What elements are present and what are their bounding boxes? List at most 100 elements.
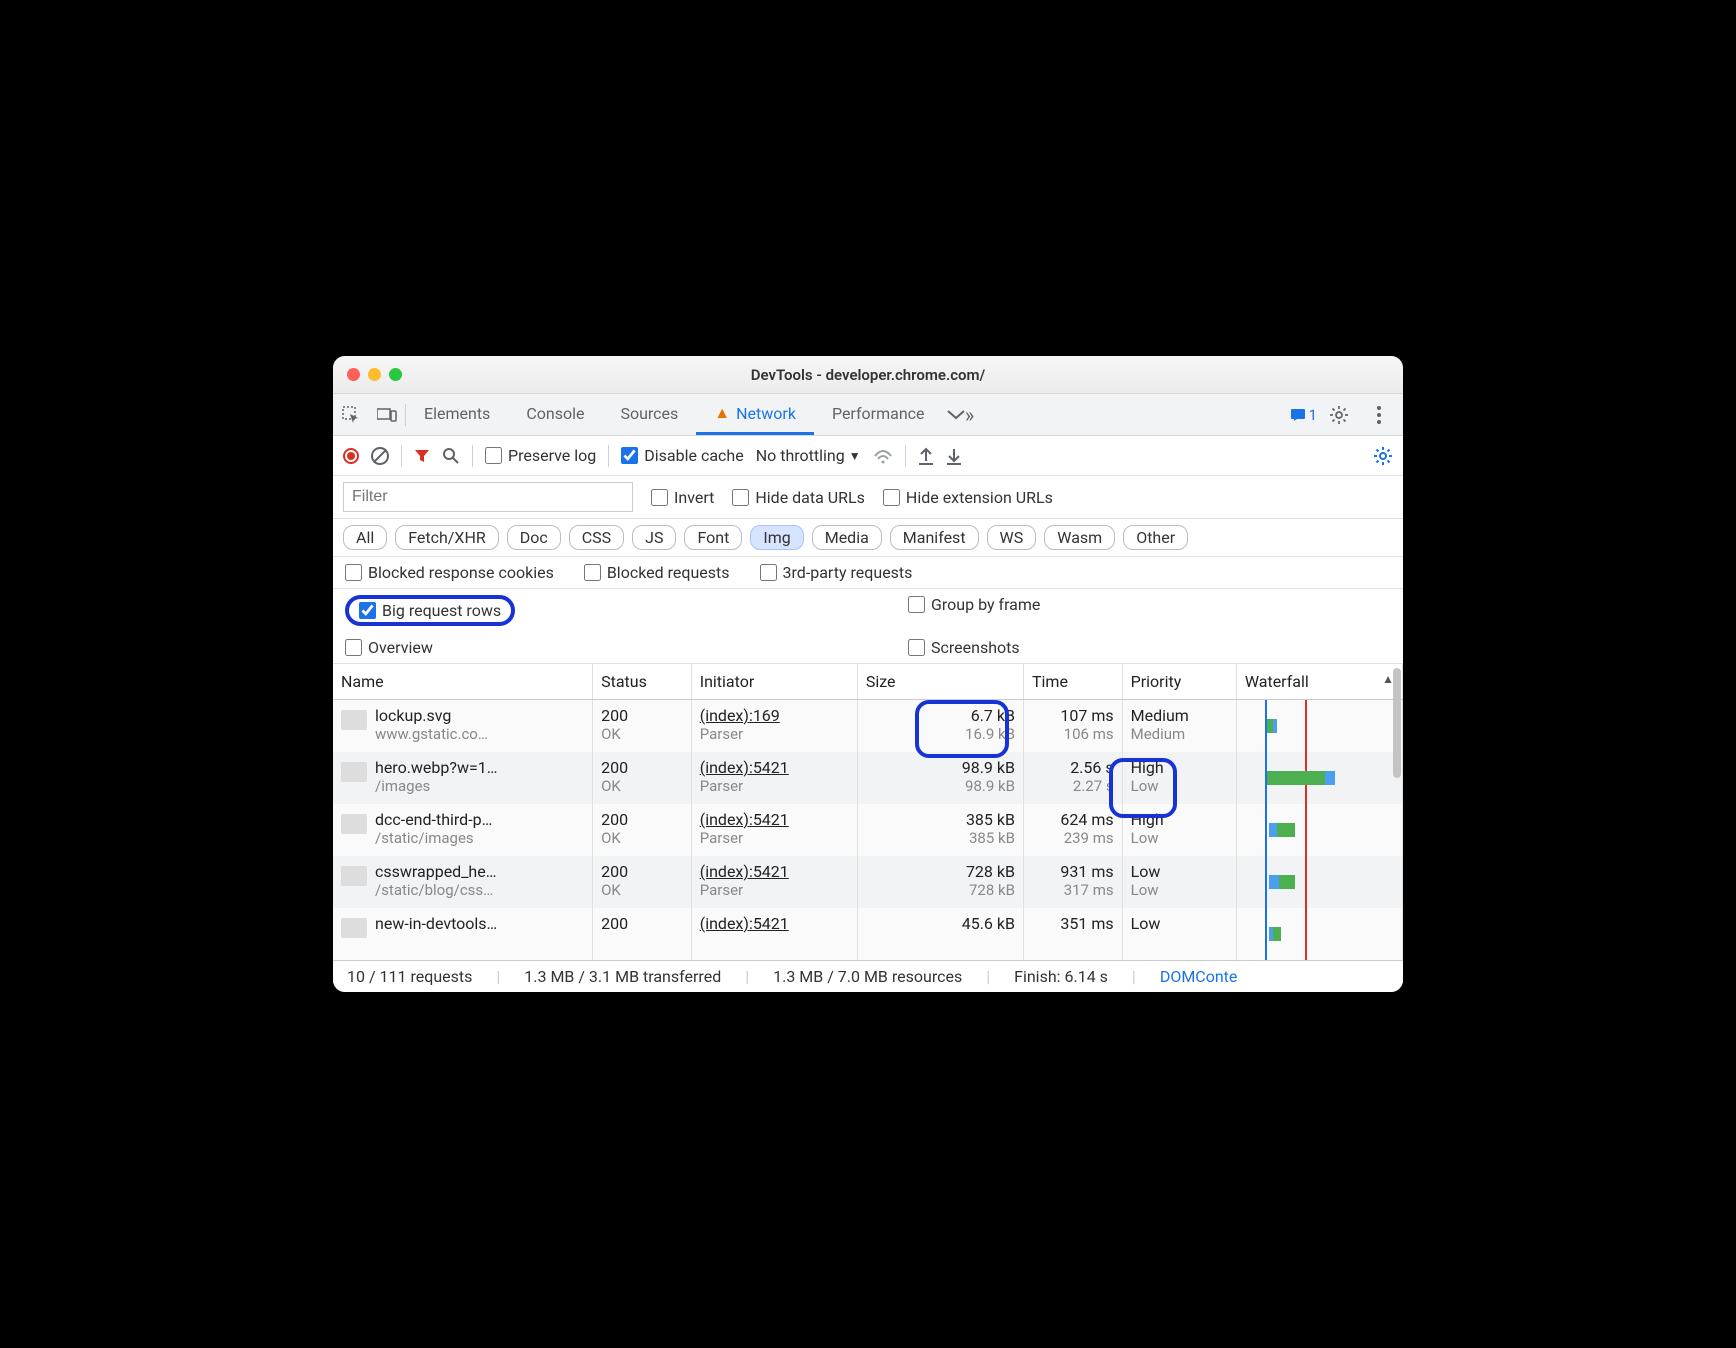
big-request-rows-checkbox[interactable]: Big request rows bbox=[359, 601, 501, 620]
hide-extension-urls-checkbox[interactable]: Hide extension URLs bbox=[883, 488, 1053, 507]
search-icon[interactable] bbox=[442, 447, 460, 465]
type-chip-fetchxhr[interactable]: Fetch/XHR bbox=[395, 525, 499, 550]
table-row[interactable]: hero.webp?w=1… /images 200OK (index):542… bbox=[333, 752, 1403, 804]
invert-checkbox[interactable]: Invert bbox=[651, 488, 714, 507]
messages-button[interactable]: 1 bbox=[1290, 406, 1317, 424]
hide-data-urls-checkbox[interactable]: Hide data URLs bbox=[732, 488, 865, 507]
col-priority[interactable]: Priority bbox=[1122, 664, 1236, 700]
window-title: DevTools - developer.chrome.com/ bbox=[333, 366, 1403, 384]
network-toolbar: Preserve log Disable cache No throttling… bbox=[333, 436, 1403, 476]
col-name[interactable]: Name bbox=[333, 664, 593, 700]
file-name: hero.webp?w=1… bbox=[375, 758, 497, 777]
initiator-link[interactable]: (index):5421 bbox=[700, 758, 849, 777]
type-chip-js[interactable]: JS bbox=[632, 525, 676, 550]
table-row[interactable]: lockup.svg www.gstatic.co… 200OK (index)… bbox=[333, 700, 1403, 753]
type-chip-css[interactable]: CSS bbox=[569, 525, 624, 550]
file-path: /static/blog/css… bbox=[375, 881, 496, 899]
waterfall-cell bbox=[1245, 810, 1394, 850]
col-initiator[interactable]: Initiator bbox=[691, 664, 857, 700]
tab-network-label: Network bbox=[736, 404, 796, 423]
requests-table: Name Status Initiator Size Time Priority… bbox=[333, 664, 1403, 960]
col-waterfall[interactable]: Waterfall▲ bbox=[1236, 664, 1402, 700]
download-har-icon[interactable] bbox=[946, 447, 962, 465]
scrollbar[interactable] bbox=[1393, 668, 1401, 778]
upload-har-icon[interactable] bbox=[918, 447, 934, 465]
filter-row: Invert Hide data URLs Hide extension URL… bbox=[333, 476, 1403, 519]
type-chip-ws[interactable]: WS bbox=[987, 525, 1037, 550]
waterfall-cell bbox=[1245, 914, 1394, 954]
table-row[interactable]: csswrapped_he… /static/blog/css… 200OK (… bbox=[333, 856, 1403, 908]
disable-cache-checkbox[interactable]: Disable cache bbox=[621, 446, 743, 465]
type-filters: All Fetch/XHR Doc CSS JS Font Img Media Manifest… bbox=[333, 519, 1403, 557]
file-name: dcc-end-third-p… bbox=[375, 810, 492, 829]
table-row[interactable]: dcc-end-third-p… /static/images 200OK (i… bbox=[333, 804, 1403, 856]
options-row-1: Big request rows Group by frame bbox=[333, 589, 1403, 632]
file-icon bbox=[341, 710, 367, 730]
col-status[interactable]: Status bbox=[593, 664, 692, 700]
warning-icon: ▲ bbox=[714, 403, 730, 423]
device-icon[interactable] bbox=[369, 397, 405, 433]
initiator-link[interactable]: (index):169 bbox=[700, 706, 849, 725]
requests-table-container[interactable]: Name Status Initiator Size Time Priority… bbox=[333, 664, 1403, 960]
file-path: /images bbox=[375, 777, 497, 795]
file-name: new-in-devtools… bbox=[375, 914, 497, 933]
type-chip-all[interactable]: All bbox=[343, 525, 387, 550]
type-chip-img[interactable]: Img bbox=[750, 525, 803, 550]
status-domcontent: DOMConte bbox=[1160, 967, 1238, 986]
blocked-cookies-checkbox[interactable]: Blocked response cookies bbox=[345, 563, 554, 582]
third-party-checkbox[interactable]: 3rd-party requests bbox=[760, 563, 913, 582]
initiator-link[interactable]: (index):5421 bbox=[700, 862, 849, 881]
type-chip-other[interactable]: Other bbox=[1123, 525, 1188, 550]
waterfall-cell bbox=[1245, 862, 1394, 902]
initiator-link[interactable]: (index):5421 bbox=[700, 810, 849, 829]
status-transferred: 1.3 MB / 3.1 MB transferred bbox=[524, 967, 721, 986]
clear-button[interactable] bbox=[371, 447, 389, 465]
type-chip-media[interactable]: Media bbox=[812, 525, 882, 550]
waterfall-cell bbox=[1245, 758, 1394, 798]
col-size[interactable]: Size bbox=[857, 664, 1023, 700]
initiator-link[interactable]: (index):5421 bbox=[700, 914, 849, 933]
big-request-rows-highlight: Big request rows bbox=[345, 595, 515, 626]
more-tabs-icon[interactable]: » bbox=[943, 397, 979, 433]
titlebar: DevTools - developer.chrome.com/ bbox=[333, 356, 1403, 394]
tab-performance[interactable]: Performance bbox=[814, 394, 943, 435]
panel-tabs: Elements Console Sources ▲ Network Perfor… bbox=[333, 394, 1403, 436]
type-chip-wasm[interactable]: Wasm bbox=[1044, 525, 1115, 550]
status-finish: Finish: 6.14 s bbox=[1014, 967, 1108, 986]
type-chip-manifest[interactable]: Manifest bbox=[890, 525, 979, 550]
file-icon bbox=[341, 866, 367, 886]
blocked-requests-checkbox[interactable]: Blocked requests bbox=[584, 563, 730, 582]
tab-console[interactable]: Console bbox=[508, 394, 602, 435]
throttling-select[interactable]: No throttling ▼ bbox=[756, 446, 861, 465]
kebab-menu-icon[interactable] bbox=[1361, 397, 1397, 433]
network-settings-icon[interactable] bbox=[1373, 446, 1393, 466]
preserve-log-checkbox[interactable]: Preserve log bbox=[485, 446, 596, 465]
network-conditions-icon[interactable] bbox=[873, 448, 893, 464]
file-path: www.gstatic.co… bbox=[375, 725, 488, 743]
tab-network[interactable]: ▲ Network bbox=[696, 394, 814, 435]
inspect-icon[interactable] bbox=[333, 397, 369, 433]
screenshots-checkbox[interactable]: Screenshots bbox=[908, 638, 1391, 657]
chevron-down-icon: ▼ bbox=[849, 449, 861, 463]
col-time[interactable]: Time bbox=[1023, 664, 1122, 700]
settings-icon[interactable] bbox=[1321, 397, 1357, 433]
file-icon bbox=[341, 814, 367, 834]
file-name: csswrapped_he… bbox=[375, 862, 496, 881]
file-path: /static/images bbox=[375, 829, 492, 847]
table-row[interactable]: new-in-devtools… 200 (index):5421 45.6 k… bbox=[333, 908, 1403, 960]
record-button[interactable] bbox=[343, 448, 359, 464]
devtools-window: DevTools - developer.chrome.com/ Element… bbox=[333, 356, 1403, 992]
group-by-frame-checkbox[interactable]: Group by frame bbox=[908, 595, 1391, 614]
type-chip-doc[interactable]: Doc bbox=[507, 525, 561, 550]
filter-icon[interactable] bbox=[414, 448, 430, 464]
tab-sources[interactable]: Sources bbox=[602, 394, 696, 435]
status-resources: 1.3 MB / 7.0 MB resources bbox=[773, 967, 962, 986]
overview-checkbox[interactable]: Overview bbox=[345, 638, 868, 657]
type-chip-font[interactable]: Font bbox=[684, 525, 742, 550]
status-bar: 10 / 111 requests | 1.3 MB / 3.1 MB tran… bbox=[333, 960, 1403, 992]
options-row-2: Overview Screenshots bbox=[333, 632, 1403, 664]
filter-input[interactable] bbox=[343, 482, 633, 512]
file-name: lockup.svg bbox=[375, 706, 488, 725]
tab-elements[interactable]: Elements bbox=[406, 394, 508, 435]
waterfall-cell bbox=[1245, 706, 1394, 746]
